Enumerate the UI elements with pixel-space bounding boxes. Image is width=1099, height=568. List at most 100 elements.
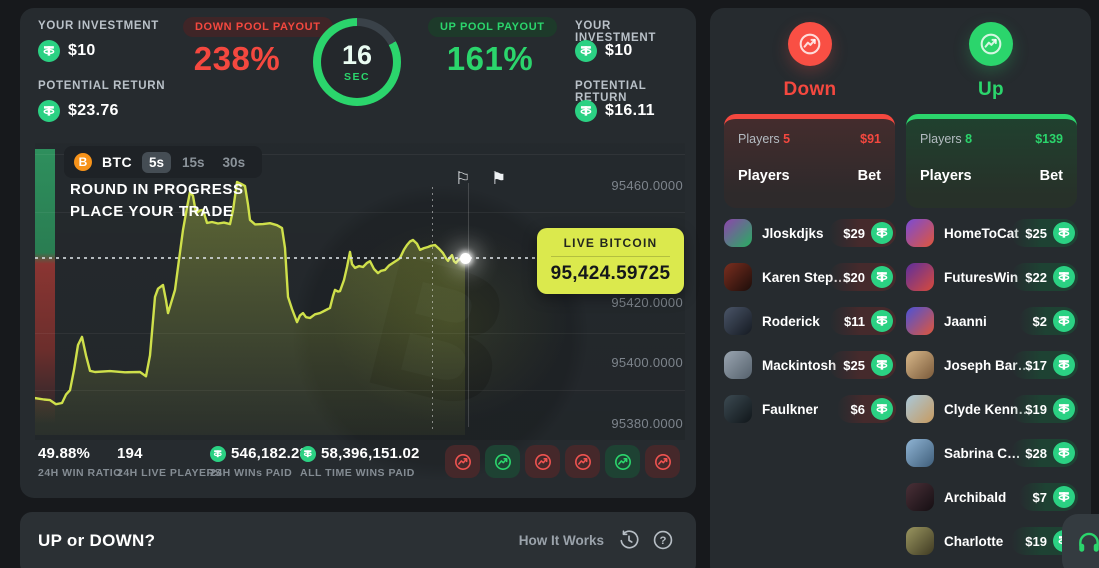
your-investment-value-right: $10 xyxy=(575,40,633,62)
player-row[interactable]: Mackintosh $25 xyxy=(724,351,896,379)
live-price-value: 95,424.59725 xyxy=(550,263,671,284)
history-result-up[interactable] xyxy=(485,445,520,478)
support-button[interactable] xyxy=(1062,514,1099,568)
flag-outline-icon: ⚐ xyxy=(455,169,471,188)
down-pool-total: $91 xyxy=(860,132,881,146)
up-pool-card: Players 8 $139 Players Bet xyxy=(906,114,1077,208)
round-status-message: ROUND IN PROGRESS PLACE YOUR TRADE xyxy=(70,179,244,223)
tether-icon xyxy=(300,445,316,462)
player-row[interactable]: Jloskdjks $29 xyxy=(724,219,896,247)
stat-label: ALL TIME WINS PAID xyxy=(300,467,415,479)
up-players-count: Players 8 xyxy=(920,132,973,146)
tether-icon xyxy=(871,310,893,332)
tether-icon xyxy=(1053,442,1075,464)
help-icon[interactable] xyxy=(652,529,674,551)
player-avatar xyxy=(906,483,934,511)
bet-amount: $17 xyxy=(1025,357,1047,373)
player-name: Archibald xyxy=(944,489,1007,505)
trading-game-page: YOUR INVESTMENT $10 POTENTIAL RETURN $23… xyxy=(0,0,1099,568)
player-row[interactable]: Charlotte $19 xyxy=(906,527,1078,555)
player-row[interactable]: Archibald $7 xyxy=(906,483,1078,511)
history-result-down[interactable] xyxy=(565,445,600,478)
down-pool-payout-badge: DOWN POOL PAYOUT xyxy=(183,17,333,37)
down-col-players: Players xyxy=(738,168,790,184)
bet-amount: $22 xyxy=(1025,269,1047,285)
up-col-players: Players xyxy=(920,168,972,184)
bet-pill: $7 xyxy=(1018,483,1078,511)
player-row[interactable]: Jaanni $2 xyxy=(906,307,1078,335)
round-close-line xyxy=(468,183,469,427)
bet-amount: $25 xyxy=(843,357,865,373)
tether-icon xyxy=(575,100,597,122)
timeframe-5s[interactable]: 5s xyxy=(141,151,172,173)
player-name: Sabrina C… xyxy=(944,445,1021,461)
bet-amount: $29 xyxy=(843,225,865,241)
bet-amount: $25 xyxy=(1025,225,1047,241)
bet-amount: $19 xyxy=(1025,533,1047,549)
player-row[interactable]: Clyde Kenn… $19 xyxy=(906,395,1078,423)
down-players-count: Players 5 xyxy=(738,132,791,146)
history-result-down[interactable] xyxy=(645,445,680,478)
player-row[interactable]: Karen Step… $20 xyxy=(724,263,896,291)
player-row[interactable]: Faulkner $6 xyxy=(724,395,896,423)
round-history xyxy=(445,445,680,478)
timer-seconds: 16 xyxy=(341,39,373,70)
player-avatar xyxy=(724,351,752,379)
price-chart: B 95460.000095420.000095400.000095380.00… xyxy=(35,143,685,483)
flag-filled-icon: ⚑ xyxy=(491,169,507,188)
bet-pill: $19 xyxy=(1011,395,1078,423)
tether-icon xyxy=(871,354,893,376)
symbol-label: BTC xyxy=(102,154,132,170)
trading-panel: YOUR INVESTMENT $10 POTENTIAL RETURN $23… xyxy=(20,8,696,498)
tether-icon xyxy=(871,222,893,244)
player-avatar xyxy=(906,395,934,423)
player-name: HomeToCat xyxy=(944,225,1019,241)
timer-unit: SEC xyxy=(343,70,371,83)
history-icon[interactable] xyxy=(618,529,640,551)
stat-all-time-wins-paid: 58,396,151.02 ALL TIME WINS PAID xyxy=(300,445,420,479)
bet-pill: $22 xyxy=(1011,263,1078,291)
player-row[interactable]: HomeToCat $25 xyxy=(906,219,1078,247)
trend-down-icon xyxy=(788,22,832,66)
symbol-timeframe-selector[interactable]: B BTC 5s 15s 30s xyxy=(64,146,263,178)
stat-24h-win-ratio: 49.88% 24H WIN RATIO xyxy=(38,445,122,479)
history-result-down[interactable] xyxy=(525,445,560,478)
player-name: Jaanni xyxy=(944,313,987,329)
bet-pill: $28 xyxy=(1011,439,1078,467)
player-row[interactable]: Roderick $11 xyxy=(724,307,896,335)
player-avatar xyxy=(906,439,934,467)
down-tab-label: Down xyxy=(783,79,837,100)
bet-pill: $25 xyxy=(829,351,896,379)
up-pool-total: $139 xyxy=(1035,132,1063,146)
player-name: Mackintosh xyxy=(762,357,837,373)
up-players-list: HomeToCat $25 FuturesWin $22 Jaanni $2 Joseph … xyxy=(906,219,1078,555)
history-result-down[interactable] xyxy=(445,445,480,478)
current-price-dot xyxy=(459,252,471,264)
potential-return-value-left: $23.76 xyxy=(38,100,119,122)
player-row[interactable]: FuturesWin $22 xyxy=(906,263,1078,291)
trend-up-icon xyxy=(493,452,513,472)
player-avatar xyxy=(724,263,752,291)
timeframe-30s[interactable]: 30s xyxy=(216,152,253,173)
how-it-works-link[interactable]: How It Works xyxy=(519,533,604,548)
player-avatar xyxy=(906,219,934,247)
tab-down[interactable]: Down xyxy=(750,22,870,101)
player-avatar xyxy=(724,395,752,423)
player-row[interactable]: Sabrina C… $28 xyxy=(906,439,1078,467)
timeframe-15s[interactable]: 15s xyxy=(175,152,212,173)
trend-down-icon xyxy=(533,452,553,472)
bet-pill: $11 xyxy=(830,307,896,335)
player-avatar xyxy=(906,351,934,379)
live-price-badge: LIVE BITCOIN 95,424.59725 xyxy=(537,228,684,294)
down-col-bet: Bet xyxy=(857,168,881,184)
player-row[interactable]: Joseph Bar… $17 xyxy=(906,351,1078,379)
pools-panel: Down Up Players 5 $91 Players Bet Player… xyxy=(710,8,1091,568)
stat-value: 546,182.28 xyxy=(210,445,308,462)
tab-up[interactable]: Up xyxy=(931,22,1051,101)
bet-pill: $6 xyxy=(836,395,896,423)
stat-label: 24H WIN RATIO xyxy=(38,467,122,479)
trend-up-icon xyxy=(969,22,1013,66)
round-timer: 16 SEC xyxy=(313,18,401,106)
history-result-up[interactable] xyxy=(605,445,640,478)
up-tab-label: Up xyxy=(978,79,1004,100)
